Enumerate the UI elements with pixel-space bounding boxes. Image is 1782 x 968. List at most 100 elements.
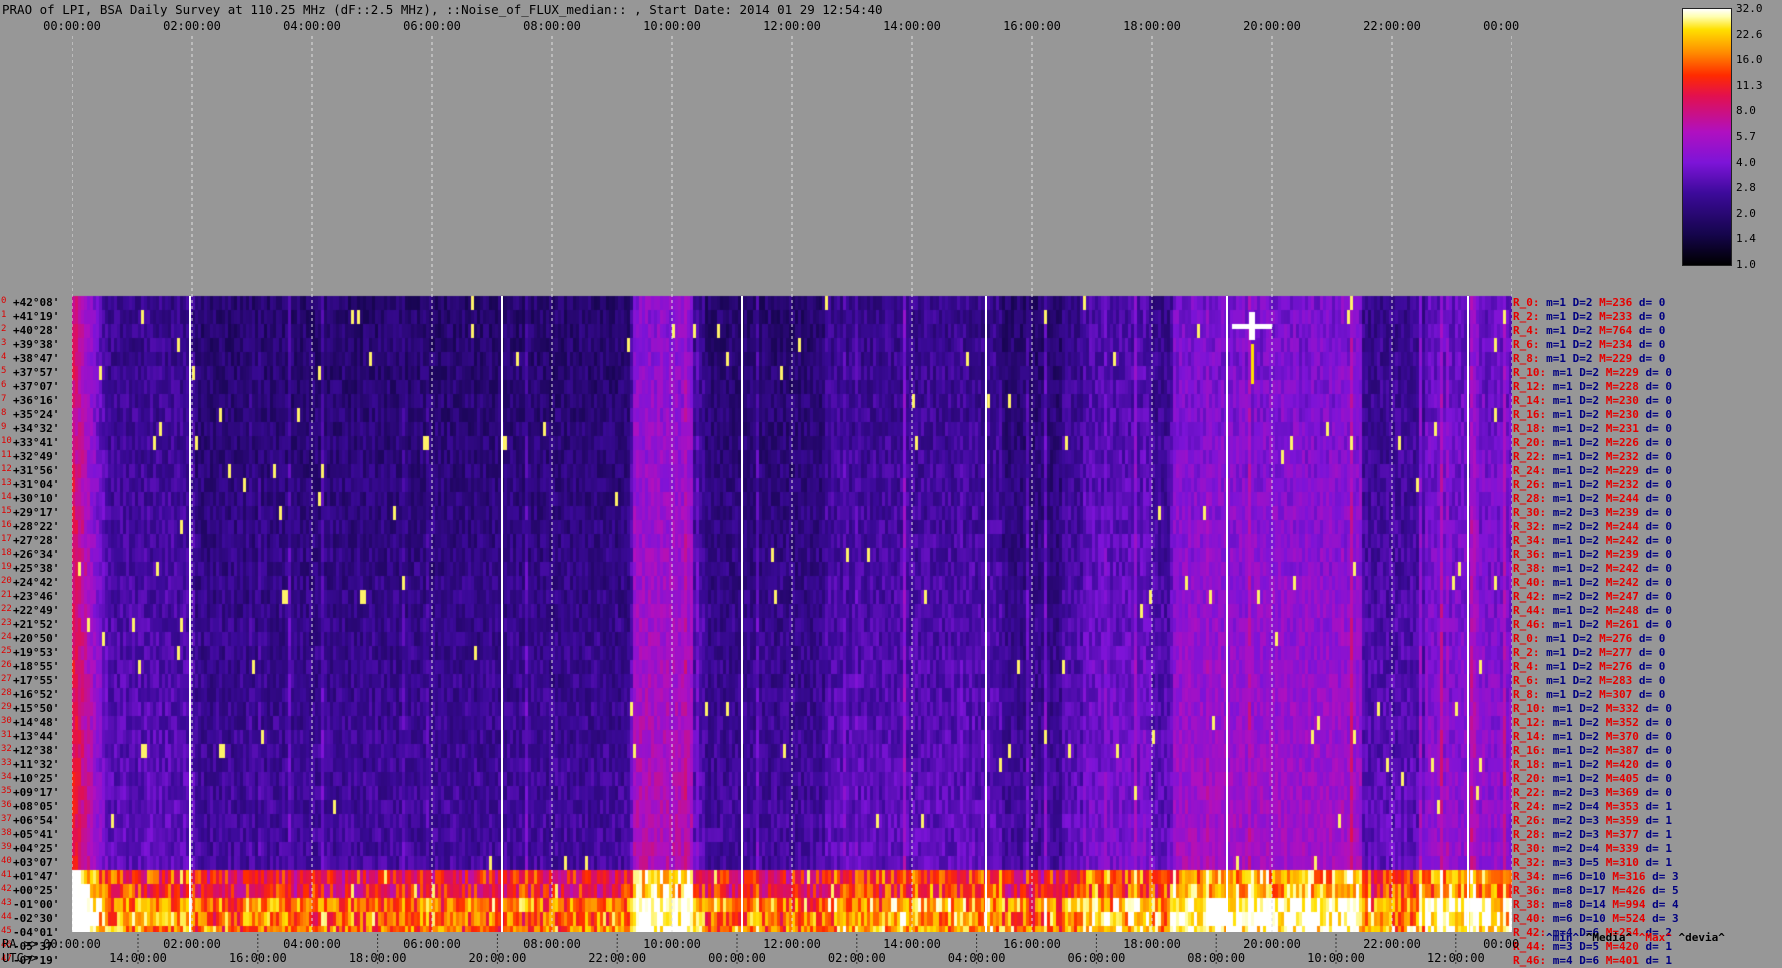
row-stat: R_4: m=1 D=2 M=276 d= 0 <box>1513 660 1666 673</box>
row-index: 30 <box>1 716 12 726</box>
row-stat: R_40: m=1 D=2 M=242 d= 0 <box>1513 576 1672 589</box>
utc-tick-label: 02:00:00 <box>828 951 886 965</box>
utc-tick-label: 06:00:00 <box>1068 951 1126 965</box>
top-tick-label: 08:00:00 <box>523 19 581 33</box>
dec-label: +11°32' <box>13 758 60 771</box>
top-tick-label: 02:00:00 <box>163 19 221 33</box>
row-index: 35 <box>1 786 12 796</box>
row-index: 5 <box>1 366 7 376</box>
row-index: 36 <box>1 800 12 810</box>
dec-label: +37°07' <box>13 380 60 393</box>
row-stat: R_36: m=8 D=17 M=426 d= 5 <box>1513 884 1679 897</box>
colorbar-tick: 4.0 <box>1736 155 1756 169</box>
dec-label: +20°50' <box>13 632 60 645</box>
utc-tick-label: 00:00:00 <box>708 951 766 965</box>
row-stat: R_32: m=2 D=2 M=244 d= 0 <box>1513 520 1672 533</box>
row-index: 43 <box>1 898 12 908</box>
row-index: 31 <box>1 730 12 740</box>
colorbar-tick: 22.6 <box>1736 27 1763 41</box>
dec-label: +21°52' <box>13 618 60 631</box>
row-stat: R_16: m=1 D=2 M=230 d= 0 <box>1513 408 1672 421</box>
dec-label: +00°25' <box>13 884 60 897</box>
row-index: 27 <box>1 674 12 684</box>
dec-label: +29°17' <box>13 506 60 519</box>
row-stat: R_44: m=1 D=2 M=248 d= 0 <box>1513 604 1672 617</box>
ra-tick-label: 18:00:00 <box>1123 937 1181 951</box>
row-stat: R_12: m=1 D=2 M=228 d= 0 <box>1513 380 1672 393</box>
dec-label: +18°55' <box>13 660 60 673</box>
top-tick-label: 18:00:00 <box>1123 19 1181 33</box>
row-index: 34 <box>1 772 12 782</box>
top-tick-label: 04:00:00 <box>283 19 341 33</box>
dec-label: +35°24' <box>13 408 60 421</box>
dec-label: +04°25' <box>13 842 60 855</box>
dec-label: -05°37' <box>13 940 60 953</box>
ra-tick-label: 20:00:00 <box>1243 937 1301 951</box>
row-index: 28 <box>1 688 12 698</box>
colorbar-tick: 8.0 <box>1736 104 1756 118</box>
dec-label: +01°47' <box>13 870 60 883</box>
dec-label: +42°08' <box>13 296 60 309</box>
dec-label: +26°34' <box>13 548 60 561</box>
dec-label: +30°10' <box>13 492 60 505</box>
row-index: 9 <box>1 422 7 432</box>
dec-label: -04°01' <box>13 926 60 939</box>
row-index: 10 <box>1 436 12 446</box>
row-stat: R_14: m=1 D=2 M=370 d= 0 <box>1513 730 1672 743</box>
utc-tick-label: 20:00:00 <box>469 951 527 965</box>
colorbar-tick: 1.0 <box>1736 258 1756 271</box>
row-index: 6 <box>1 380 7 390</box>
dec-label: +16°52' <box>13 688 60 701</box>
row-index: 46 <box>1 940 12 950</box>
legend-dev: ^devia^ <box>1678 931 1725 944</box>
dec-label: +08°05' <box>13 800 60 813</box>
dec-label: +15°50' <box>13 702 60 715</box>
dec-label: +39°38' <box>13 338 60 351</box>
row-stat: R_26: m=2 D=3 M=359 d= 1 <box>1513 814 1672 827</box>
utc-tick-label: 22:00:00 <box>588 951 646 965</box>
dec-label: +13°44' <box>13 730 60 743</box>
row-index: 42 <box>1 884 12 894</box>
utc-tick-label: 12:00:00 <box>1427 951 1485 965</box>
dec-label: -02°30' <box>13 912 60 925</box>
top-tick-label: 00:00:00 <box>1483 19 1520 33</box>
row-stat: R_30: m=2 D=3 M=239 d= 0 <box>1513 506 1672 519</box>
row-stat: R_40: m=6 D=10 M=524 d= 3 <box>1513 912 1679 925</box>
row-stat: R_46: m=1 D=2 M=261 d= 0 <box>1513 618 1672 631</box>
dec-label: +36°16' <box>13 394 60 407</box>
row-stat: R_46: m=4 D=6 M=401 d= 1 <box>1513 954 1672 967</box>
row-stat: R_20: m=1 D=2 M=405 d= 0 <box>1513 772 1672 785</box>
row-stat: R_22: m=1 D=2 M=232 d= 0 <box>1513 450 1672 463</box>
row-index: 23 <box>1 618 12 628</box>
row-index: 3 <box>1 338 7 348</box>
row-index: 4 <box>1 352 7 362</box>
row-index: 32 <box>1 744 12 754</box>
row-stat: R_2: m=1 D=2 M=277 d= 0 <box>1513 646 1666 659</box>
dec-label: +41°19' <box>13 310 60 323</box>
row-stat: R_36: m=1 D=2 M=239 d= 0 <box>1513 548 1672 561</box>
top-tick-label: 06:00:00 <box>403 19 461 33</box>
dec-label: +09°17' <box>13 786 60 799</box>
row-stat: R_28: m=1 D=2 M=244 d= 0 <box>1513 492 1672 505</box>
ra-tick-label: 06:00:00 <box>403 937 461 951</box>
dec-label: +33°41' <box>13 436 60 449</box>
row-stat: R_32: m=3 D=5 M=310 d= 1 <box>1513 856 1672 869</box>
stats-legend: ^min^ ^Media^ ^Max^ ^devia^ <box>1546 931 1725 944</box>
row-index: 18 <box>1 548 12 558</box>
row-index: 12 <box>1 464 12 474</box>
row-stat: R_18: m=1 D=2 M=420 d= 0 <box>1513 758 1672 771</box>
row-stat: R_34: m=6 D=10 M=316 d= 3 <box>1513 870 1679 883</box>
top-tick-label: 22:00:00 <box>1363 19 1421 33</box>
row-stat: R_38: m=1 D=2 M=242 d= 0 <box>1513 562 1672 575</box>
dec-label: +17°55' <box>13 674 60 687</box>
row-index: 44 <box>1 912 12 922</box>
grid-overlay <box>72 36 1512 932</box>
row-index: 15 <box>1 506 12 516</box>
colorbar-tick: 11.3 <box>1736 78 1763 92</box>
row-stat: R_26: m=1 D=2 M=232 d= 0 <box>1513 478 1672 491</box>
dec-label: +19°53' <box>13 646 60 659</box>
row-stat: R_0: m=1 D=2 M=236 d= 0 <box>1513 296 1666 309</box>
row-index: 47 <box>1 954 12 964</box>
dec-label: +06°54' <box>13 814 60 827</box>
colorbar-tick: 16.0 <box>1736 53 1763 67</box>
